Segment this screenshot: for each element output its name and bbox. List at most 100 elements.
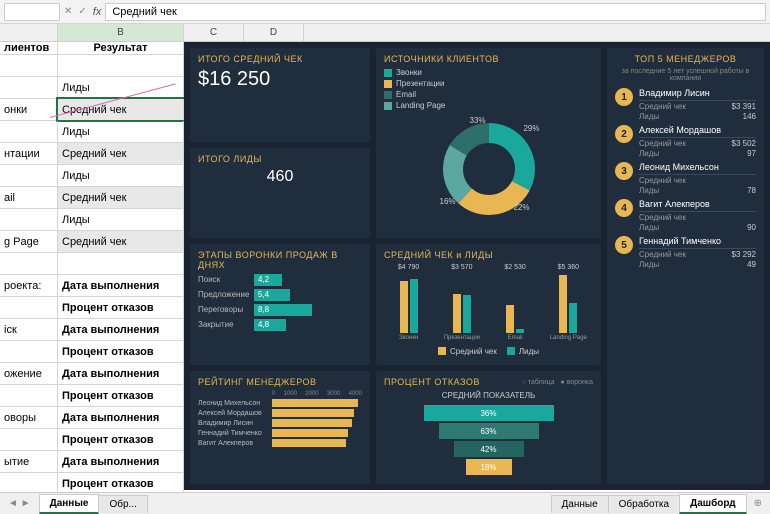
cell-b[interactable]: Дата выполнения: [58, 407, 184, 428]
table-row: [0, 55, 184, 77]
cell-a[interactable]: g Page: [0, 231, 58, 252]
panel-total-check: ИТОГО СРЕДНИЙ ЧЕК $16 250: [190, 48, 370, 142]
cell-b[interactable]: Лиды: [58, 121, 184, 142]
cell-a[interactable]: [0, 121, 58, 142]
stage-row: Закрытие4,8: [198, 319, 362, 331]
cell-b[interactable]: [58, 253, 184, 274]
col-c[interactable]: C: [184, 24, 244, 41]
cell-b[interactable]: Лиды: [58, 77, 184, 98]
cell-a[interactable]: [0, 55, 58, 76]
table-row: ailСредний чек: [0, 187, 184, 209]
sheet-tab[interactable]: Дашборд: [679, 494, 747, 514]
formula-input[interactable]: Средний чек: [105, 3, 766, 21]
col-b[interactable]: B: [58, 24, 184, 41]
stage-row: Переговоры8,8: [198, 304, 362, 316]
cell-b[interactable]: Дата выполнения: [58, 451, 184, 472]
cell-b[interactable]: Средний чек: [58, 143, 184, 164]
sheet-tab[interactable]: Обработка: [608, 495, 680, 513]
cell-a[interactable]: [0, 209, 58, 230]
bar-column: $4 790Звонки: [384, 264, 433, 341]
panel-title: ИСТОЧНИКИ КЛИЕНТОВ: [384, 54, 593, 64]
cell-b[interactable]: Процент отказов: [58, 341, 184, 362]
cell-a[interactable]: ail: [0, 187, 58, 208]
add-sheet-icon[interactable]: ⊕: [746, 498, 770, 509]
cell-a[interactable]: [0, 429, 58, 450]
tab-nav[interactable]: ◄ ►: [0, 498, 39, 509]
cell-b[interactable]: Средний чек: [58, 231, 184, 252]
manager-row: 5Геннадий ТимченкоСредний чек$3 292Лиды4…: [615, 236, 756, 269]
panel-sources: ИСТОЧНИКИ КЛИЕНТОВ ЗвонкиПрезентацииEmai…: [376, 48, 601, 238]
cell-a[interactable]: оворы: [0, 407, 58, 428]
panel-title: РЕЙТИНГ МЕНЕДЖЕРОВ: [198, 377, 362, 387]
col-a[interactable]: [0, 24, 58, 41]
manager-row: 2Алексей МордашовСредний чек$3 502Лиды97: [615, 125, 756, 158]
panel-title: ЭТАПЫ ВОРОНКИ ПРОДАЖ В ДНЯХ: [198, 250, 362, 270]
table-row: Лиды: [0, 121, 184, 143]
cell-a[interactable]: [0, 297, 58, 318]
table-row: Процент отказов: [0, 385, 184, 407]
cell-a[interactable]: нтации: [0, 143, 58, 164]
cell-b[interactable]: Дата выполнения: [58, 319, 184, 340]
manager-row: 1Владимир ЛисинСредний чек$3 391Лиды146: [615, 88, 756, 121]
table-row: роекта:Дата выполнения: [0, 275, 184, 297]
cell-b[interactable]: Процент отказов: [58, 429, 184, 450]
cancel-icon[interactable]: ✕: [64, 6, 72, 18]
cell-b[interactable]: Процент отказов: [58, 473, 184, 494]
cell-a[interactable]: [0, 385, 58, 406]
bar-column: $3 570Презентации: [437, 264, 486, 341]
table-row: оворыДата выполнения: [0, 407, 184, 429]
panel-top5: ТОП 5 МЕНЕДЖЕРОВ за последние 5 лет успе…: [607, 48, 764, 484]
stage-row: Предложение5,4: [198, 289, 362, 301]
col-d[interactable]: D: [244, 24, 304, 41]
header-b[interactable]: Результат: [58, 42, 184, 54]
table-row: [0, 253, 184, 275]
panel-title: СРЕДНИЙ ЧЕК и ЛИДЫ: [384, 250, 593, 260]
name-box[interactable]: [4, 3, 60, 21]
refusal-header: СРЕДНИЙ ПОКАЗАТЕЛЬ: [384, 391, 593, 400]
header-a[interactable]: лиентов: [0, 42, 58, 54]
table-row: Лиды: [0, 209, 184, 231]
cell-b[interactable]: Лиды: [58, 209, 184, 230]
funnel-segment: 63%: [439, 423, 539, 439]
bar-column: $5 360Landing Page: [544, 264, 593, 341]
cell-b[interactable]: Средний чек: [58, 187, 184, 208]
cell-b[interactable]: Процент отказов: [58, 385, 184, 406]
table-row: ытиеДата выполнения: [0, 451, 184, 473]
cell-b[interactable]: Процент отказов: [58, 297, 184, 318]
formula-bar: ✕ ✓ fx Средний чек: [0, 0, 770, 24]
legend-item: Презентации: [384, 79, 593, 88]
table-row: Лиды: [0, 165, 184, 187]
table-row: Процент отказов: [0, 429, 184, 451]
cell-a[interactable]: [0, 253, 58, 274]
cell-a[interactable]: іск: [0, 319, 58, 340]
panel-title: ТОП 5 МЕНЕДЖЕРОВ: [615, 54, 756, 64]
cell-a[interactable]: [0, 341, 58, 362]
cell-b[interactable]: Лиды: [58, 165, 184, 186]
cell-a[interactable]: [0, 165, 58, 186]
seg-label: 16%: [440, 197, 456, 206]
sheet-tab[interactable]: Данные: [551, 495, 609, 513]
table-row: ожениеДата выполнения: [0, 363, 184, 385]
table-row: іскДата выполнения: [0, 319, 184, 341]
fx-icon[interactable]: fx: [93, 6, 102, 18]
cell-a[interactable]: [0, 473, 58, 494]
cell-b[interactable]: Дата выполнения: [58, 363, 184, 384]
cell-b[interactable]: Дата выполнения: [58, 275, 184, 296]
toggle-table[interactable]: ○ таблица: [522, 379, 555, 386]
header-row: лиентов Результат: [0, 42, 184, 55]
toggle-funnel[interactable]: ● воронка: [561, 379, 593, 386]
cell-a[interactable]: роекта:: [0, 275, 58, 296]
accept-icon[interactable]: ✓: [78, 6, 86, 18]
cell-a[interactable]: ожение: [0, 363, 58, 384]
sheet-tab[interactable]: Данные: [39, 494, 100, 514]
rating-row: Алексей Мордашов: [198, 409, 362, 417]
seg-label: 22%: [513, 203, 529, 212]
panel-bars: СРЕДНИЙ ЧЕК и ЛИДЫ $4 790Звонки$3 570Пре…: [376, 244, 601, 366]
manager-row: 4Вагит АлекперовСредний чекЛиды90: [615, 199, 756, 232]
cell-a[interactable]: ытие: [0, 451, 58, 472]
cell-a[interactable]: [0, 77, 58, 98]
sheet-tab[interactable]: Обр...: [98, 495, 147, 513]
panel-title: ИТОГО ЛИДЫ: [198, 154, 362, 164]
funnel-segment: 42%: [454, 441, 524, 457]
cell-b[interactable]: [58, 55, 184, 76]
